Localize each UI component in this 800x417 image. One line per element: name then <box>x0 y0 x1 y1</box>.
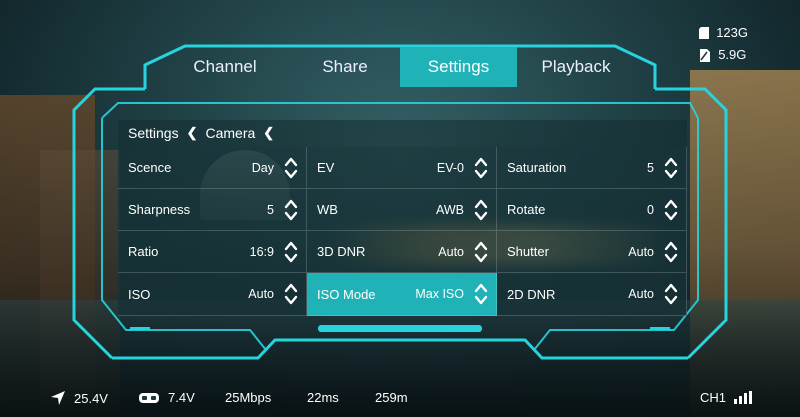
sd-storage-value: 123G <box>716 25 748 40</box>
setting-label: Scence <box>128 160 172 175</box>
channel-signal: CH1 <box>700 390 753 405</box>
tab-bar: Channel Share Settings Playback <box>160 47 635 87</box>
setting-2d-dnr[interactable]: 2D DNR Auto <box>497 273 687 316</box>
tab-channel[interactable]: Channel <box>160 47 290 87</box>
up-down-chevron-icon[interactable] <box>664 156 678 180</box>
distance: 259m <box>375 390 408 405</box>
setting-ratio[interactable]: Ratio 16:9 <box>118 231 307 273</box>
setting-label: 2D DNR <box>507 286 556 302</box>
setting-value: Auto <box>248 287 274 301</box>
setting-value: Auto <box>628 287 654 301</box>
setting-value: EV-0 <box>436 160 464 175</box>
distance-value: 259m <box>375 390 408 405</box>
setting-value: 5 <box>647 160 654 175</box>
drone-voltage: 25.4V <box>50 390 108 406</box>
setting-sharpness[interactable]: Sharpness 5 <box>118 189 307 231</box>
tab-settings[interactable]: Settings <box>400 47 517 87</box>
up-down-chevron-icon[interactable] <box>474 156 488 180</box>
latency-value: 22ms <box>307 390 339 405</box>
setting-wb[interactable]: WB AWB <box>307 189 497 231</box>
setting-scence[interactable]: Scence Day <box>118 147 307 189</box>
setting-label: Saturation <box>507 160 567 175</box>
sd-card-icon <box>699 27 710 39</box>
goggle-voltage-value: 7.4V <box>168 390 195 405</box>
latency: 22ms <box>307 390 339 405</box>
up-down-chevron-icon[interactable] <box>664 198 678 222</box>
setting-label: WB <box>317 202 338 217</box>
up-down-chevron-icon[interactable] <box>474 198 488 222</box>
setting-shutter[interactable]: Shutter Auto <box>497 231 687 273</box>
setting-value: 16:9 <box>249 244 274 259</box>
navigation-arrow-icon <box>51 391 65 405</box>
up-down-chevron-icon[interactable] <box>664 282 678 306</box>
setting-label: ISO Mode <box>317 286 376 302</box>
tab-playback[interactable]: Playback <box>517 47 635 87</box>
goggle-voltage: 7.4V <box>138 390 195 405</box>
setting-value: AWB <box>435 202 464 217</box>
up-down-chevron-icon[interactable] <box>474 282 488 306</box>
up-down-chevron-icon[interactable] <box>284 156 298 180</box>
setting-value: Auto <box>628 244 654 259</box>
status-bar: 25.4V 7.4V 25Mbps 22ms 259m CH1 <box>0 387 800 409</box>
setting-value: Auto <box>438 244 464 259</box>
setting-value: Day <box>251 160 274 175</box>
up-down-chevron-icon[interactable] <box>474 240 488 264</box>
settings-panel: Settings ❮ Camera ❮ Scence Day EV EV-0 Satur… <box>118 120 687 316</box>
setting-value: 5 <box>267 202 274 217</box>
setting-ev[interactable]: EV EV-0 <box>307 147 497 189</box>
drone-voltage-value: 25.4V <box>74 390 108 406</box>
setting-label: EV <box>317 160 335 175</box>
up-down-chevron-icon[interactable] <box>664 240 678 264</box>
breadcrumb-separator-icon: ❮ <box>186 125 198 140</box>
setting-saturation[interactable]: Saturation 5 <box>497 147 687 189</box>
internal-storage-value: 5.9G <box>718 47 747 62</box>
setting-label: Shutter <box>507 244 549 259</box>
up-down-chevron-icon[interactable] <box>284 198 298 222</box>
breadcrumb-separator-icon: ❮ <box>263 125 275 140</box>
channel-value: CH1 <box>700 390 727 405</box>
setting-value: 0 <box>647 202 654 217</box>
up-down-chevron-icon[interactable] <box>284 282 298 306</box>
breadcrumb: Settings ❮ Camera ❮ <box>128 125 276 141</box>
storage-indicator: 123G 5.9G <box>699 22 748 66</box>
settings-grid: Scence Day EV EV-0 Saturation 5 Sharpness 5 WB AW… <box>118 147 687 316</box>
setting-iso-mode[interactable]: ISO Mode Max ISO <box>307 273 497 316</box>
bitrate: 25Mbps <box>225 390 271 405</box>
setting-label: Ratio <box>128 244 159 259</box>
internal-storage-icon <box>700 48 711 62</box>
setting-label: 3D DNR <box>317 244 366 259</box>
goggles-icon <box>139 392 159 403</box>
setting-iso[interactable]: ISO Auto <box>118 273 307 316</box>
signal-strength-icon <box>734 391 753 404</box>
tab-share[interactable]: Share <box>290 47 400 87</box>
setting-value: Max ISO <box>415 287 464 301</box>
up-down-chevron-icon[interactable] <box>284 240 298 264</box>
bitrate-value: 25Mbps <box>225 390 272 405</box>
setting-label: Rotate <box>507 202 546 217</box>
setting-label: Sharpness <box>128 202 191 217</box>
setting-rotate[interactable]: Rotate 0 <box>497 189 687 231</box>
setting-3d-dnr[interactable]: 3D DNR Auto <box>307 231 497 273</box>
breadcrumb-root[interactable]: Settings <box>128 125 179 141</box>
breadcrumb-current[interactable]: Camera <box>206 125 256 141</box>
setting-label: ISO <box>128 286 151 302</box>
